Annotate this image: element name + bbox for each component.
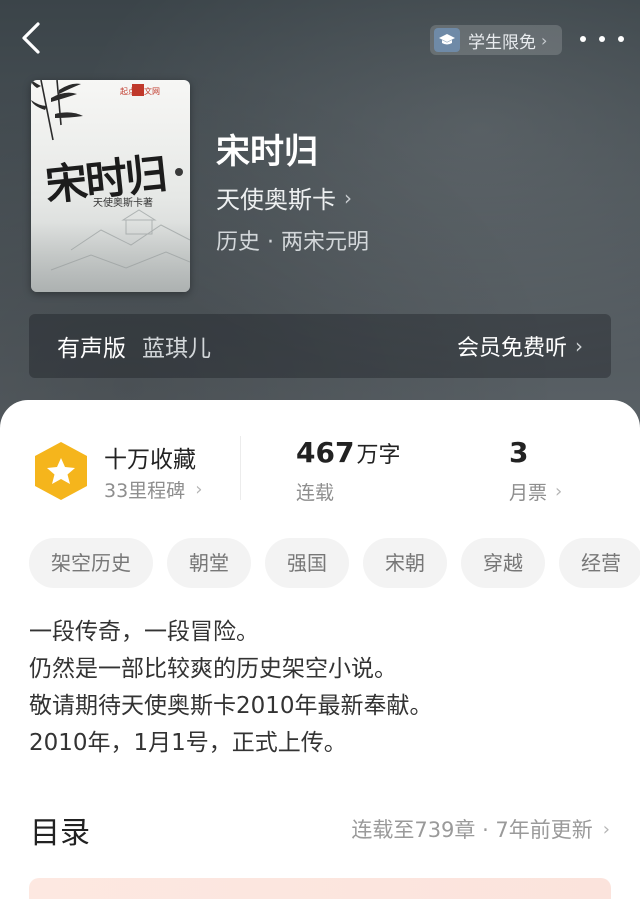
chevron-right-icon: › [195, 479, 203, 500]
book-cover[interactable]: 起点中文网 宋时归 天使奥斯卡著 [31, 80, 190, 292]
monthly-ticket-link[interactable]: 月票 › [509, 478, 562, 505]
promo-banner[interactable] [29, 878, 611, 899]
member-free-listen-button[interactable]: 会员免费听 › [457, 330, 583, 362]
more-dot [618, 36, 624, 42]
cover-author: 天使奥斯卡著 [93, 198, 153, 209]
listen-label: 会员免费听 [456, 336, 567, 361]
milestone-link[interactable]: 33里程碑 › [104, 476, 202, 503]
tag-chip[interactable]: 宋朝 [363, 538, 447, 588]
word-count: 467 万字 [296, 436, 400, 469]
student-free-label: 学生限免 [468, 32, 536, 53]
star-badge-icon [35, 442, 87, 500]
back-button[interactable] [16, 20, 46, 56]
back-arrow-icon [22, 22, 40, 54]
chevron-right-icon: › [555, 481, 563, 502]
book-description[interactable]: 一段传奇，一段冒险。 仍然是一部比较爽的历史架空小说。 敬请期待天使奥斯卡201… [29, 614, 619, 762]
description-line: 仍然是一部比较爽的历史架空小说。 [29, 656, 397, 682]
graduation-cap-icon [434, 28, 460, 52]
narrator-name: 蓝琪儿 [142, 336, 211, 362]
student-free-badge[interactable]: 学生限免 › [430, 25, 562, 55]
chevron-right-icon: › [575, 334, 583, 358]
description-line: 一段传奇，一段冒险。 [29, 619, 259, 645]
detail-sheet: 十万收藏 33里程碑 › 467 万字 连载 3 月票 › 架空历史 朝堂 强国 宋朝… [0, 400, 640, 899]
serial-status: 连载 [296, 482, 335, 504]
book-title: 宋时归 [216, 132, 318, 172]
chevron-right-icon: › [602, 818, 610, 840]
tag-chip[interactable]: 架空历史 [29, 538, 153, 588]
tag-chip[interactable]: 强国 [265, 538, 349, 588]
collection-count: 十万收藏 [104, 447, 196, 473]
stats-row: 十万收藏 33里程碑 › 467 万字 连载 3 月票 › [0, 436, 640, 516]
toc-status-link[interactable]: 连载至739章 · 7年前更新 › [351, 814, 610, 844]
cover-publisher: 起点中文网 [120, 87, 160, 96]
cover-mist [31, 222, 190, 292]
book-genre: 历史 · 两宋元明 [216, 230, 369, 255]
author-name: 天使奥斯卡 [216, 186, 336, 214]
chevron-right-icon: › [541, 30, 548, 50]
tag-chip[interactable]: 朝堂 [167, 538, 251, 588]
audio-version-bar[interactable]: 有声版 蓝琪儿 会员免费听 › [29, 314, 611, 378]
toc-title[interactable]: 目录 [30, 808, 90, 852]
word-count-number: 467 [296, 436, 355, 469]
toc-status-label: 连载至739章 · 7年前更新 [351, 818, 593, 842]
more-dot [599, 36, 605, 42]
tag-list: 架空历史 朝堂 强国 宋朝 穿越 经营 [29, 538, 640, 588]
monthly-ticket-label: 月票 [509, 482, 548, 504]
description-line: 2010年，1月1号，正式上传。 [29, 730, 347, 756]
description-line: 敬请期待天使奥斯卡2010年最新奉献。 [29, 693, 433, 719]
milestone-label: 33里程碑 [104, 480, 186, 502]
chevron-right-icon: › [344, 185, 352, 210]
more-dot [580, 36, 586, 42]
word-count-unit: 万字 [356, 443, 401, 468]
author-link[interactable]: 天使奥斯卡 › [216, 180, 352, 215]
audio-label: 有声版 [57, 336, 126, 362]
tag-chip[interactable]: 穿越 [461, 538, 545, 588]
monthly-ticket-count: 3 [509, 436, 529, 469]
stats-divider [240, 436, 241, 500]
more-button[interactable] [580, 26, 624, 52]
tag-chip[interactable]: 经营 [559, 538, 640, 588]
